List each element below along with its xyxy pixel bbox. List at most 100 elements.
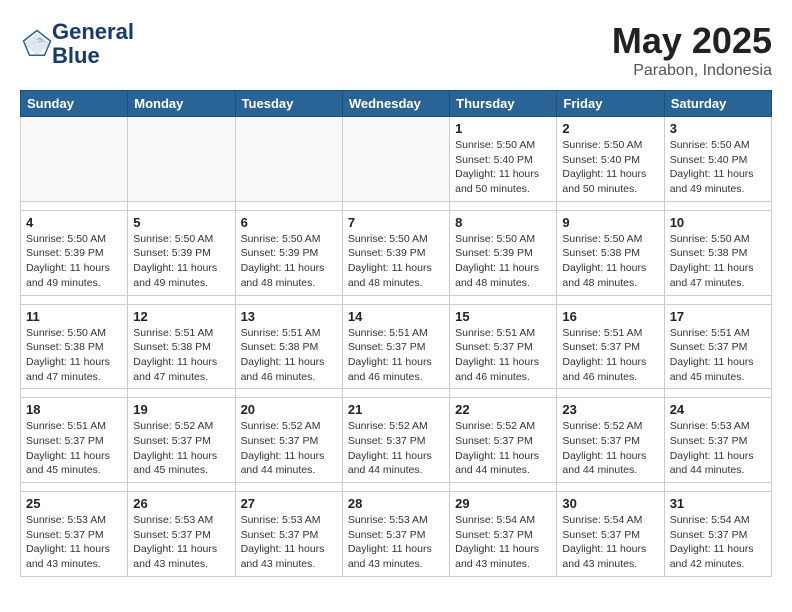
day-number: 13 [241, 309, 337, 324]
calendar-cell: 27Sunrise: 5:53 AM Sunset: 5:37 PM Dayli… [235, 492, 342, 577]
calendar-cell: 28 Sunrise: 5:53 AM Sunset: 5:37 PM Dayli… [342, 492, 449, 577]
day-info: Sunrise: 5:51 AM Sunset: 5:37 PM Dayligh… [26, 419, 122, 478]
calendar-cell: 31Sunrise: 5:54 AM Sunset: 5:37 PM Dayli… [664, 492, 771, 577]
day-info: Sunrise: 5:50 AM Sunset: 5:39 PM Dayligh… [455, 232, 551, 291]
day-info: Sunrise: 5:52 AM Sunset: 5:37 PM Dayligh… [133, 419, 229, 478]
calendar-cell: 15 Sunrise: 5:51 AM Sunset: 5:37 PM Dayli… [450, 304, 557, 389]
day-number: 3 [670, 121, 766, 136]
calendar-cell: 26 Sunrise: 5:53 AM Sunset: 5:37 PM Dayli… [128, 492, 235, 577]
location-subtitle: Parabon, Indonesia [612, 62, 772, 80]
day-info: Sunrise: 5:54 AM Sunset: 5:37 PM Dayligh… [562, 513, 658, 572]
day-number: 30 [562, 496, 658, 511]
day-info: Sunrise: 5:53 AM Sunset: 5:37 PM Dayligh… [133, 513, 229, 572]
day-number: 29 [455, 496, 551, 511]
week-separator [21, 483, 772, 492]
logo: General Blue [20, 20, 134, 68]
calendar-table: SundayMondayTuesdayWednesdayThursdayFrid… [20, 90, 772, 577]
calendar-cell [21, 117, 128, 202]
calendar-cell: 30 Sunrise: 5:54 AM Sunset: 5:37 PM Dayli… [557, 492, 664, 577]
day-number: 7 [348, 215, 444, 230]
calendar-cell: 13 Sunrise: 5:51 AM Sunset: 5:38 PM Dayli… [235, 304, 342, 389]
day-info: Sunrise: 5:51 AM Sunset: 5:38 PM Dayligh… [133, 326, 229, 385]
weekday-row: SundayMondayTuesdayWednesdayThursdayFrid… [21, 91, 772, 117]
calendar-cell: 11Sunrise: 5:50 AM Sunset: 5:38 PM Dayli… [21, 304, 128, 389]
day-number: 11 [26, 309, 122, 324]
day-number: 10 [670, 215, 766, 230]
day-number: 27 [241, 496, 337, 511]
calendar-header: SundayMondayTuesdayWednesdayThursdayFrid… [21, 91, 772, 117]
day-info: Sunrise: 5:54 AM Sunset: 5:37 PM Dayligh… [455, 513, 551, 572]
day-number: 28 [348, 496, 444, 511]
day-number: 21 [348, 402, 444, 417]
day-info: Sunrise: 5:52 AM Sunset: 5:37 PM Dayligh… [348, 419, 444, 478]
day-info: Sunrise: 5:52 AM Sunset: 5:37 PM Dayligh… [562, 419, 658, 478]
day-number: 24 [670, 402, 766, 417]
day-info: Sunrise: 5:50 AM Sunset: 5:38 PM Dayligh… [670, 232, 766, 291]
day-number: 17 [670, 309, 766, 324]
day-info: Sunrise: 5:53 AM Sunset: 5:37 PM Dayligh… [348, 513, 444, 572]
day-number: 15 [455, 309, 551, 324]
day-info: Sunrise: 5:53 AM Sunset: 5:37 PM Dayligh… [26, 513, 122, 572]
day-number: 16 [562, 309, 658, 324]
day-info: Sunrise: 5:51 AM Sunset: 5:38 PM Dayligh… [241, 326, 337, 385]
day-info: Sunrise: 5:52 AM Sunset: 5:37 PM Dayligh… [241, 419, 337, 478]
calendar-week-5: 25Sunrise: 5:53 AM Sunset: 5:37 PM Dayli… [21, 492, 772, 577]
day-info: Sunrise: 5:50 AM Sunset: 5:40 PM Dayligh… [562, 138, 658, 197]
weekday-header-tuesday: Tuesday [235, 91, 342, 117]
day-number: 18 [26, 402, 122, 417]
day-info: Sunrise: 5:51 AM Sunset: 5:37 PM Dayligh… [348, 326, 444, 385]
calendar-cell: 6 Sunrise: 5:50 AM Sunset: 5:39 PM Daylig… [235, 210, 342, 295]
calendar-cell: 19Sunrise: 5:52 AM Sunset: 5:37 PM Dayli… [128, 398, 235, 483]
calendar-cell: 7 Sunrise: 5:50 AM Sunset: 5:39 PM Daylig… [342, 210, 449, 295]
day-number: 4 [26, 215, 122, 230]
title-area: May 2025 Parabon, Indonesia [612, 20, 772, 80]
day-info: Sunrise: 5:50 AM Sunset: 5:39 PM Dayligh… [26, 232, 122, 291]
day-info: Sunrise: 5:50 AM Sunset: 5:39 PM Dayligh… [133, 232, 229, 291]
week-separator [21, 389, 772, 398]
calendar-cell: 21 Sunrise: 5:52 AM Sunset: 5:37 PM Dayli… [342, 398, 449, 483]
weekday-header-friday: Friday [557, 91, 664, 117]
day-number: 6 [241, 215, 337, 230]
calendar-cell: 3 Sunrise: 5:50 AM Sunset: 5:40 PM Daylig… [664, 117, 771, 202]
calendar-cell: 25Sunrise: 5:53 AM Sunset: 5:37 PM Dayli… [21, 492, 128, 577]
day-info: Sunrise: 5:50 AM Sunset: 5:39 PM Dayligh… [348, 232, 444, 291]
day-number: 20 [241, 402, 337, 417]
weekday-header-thursday: Thursday [450, 91, 557, 117]
day-info: Sunrise: 5:51 AM Sunset: 5:37 PM Dayligh… [670, 326, 766, 385]
page-header: General Blue May 2025 Parabon, Indonesia [20, 20, 772, 80]
calendar-week-2: 4 Sunrise: 5:50 AM Sunset: 5:39 PM Daylig… [21, 210, 772, 295]
weekday-header-sunday: Sunday [21, 91, 128, 117]
day-number: 1 [455, 121, 551, 136]
day-number: 9 [562, 215, 658, 230]
day-number: 31 [670, 496, 766, 511]
day-number: 12 [133, 309, 229, 324]
calendar-cell: 16 Sunrise: 5:51 AM Sunset: 5:37 PM Dayli… [557, 304, 664, 389]
calendar-cell: 5 Sunrise: 5:50 AM Sunset: 5:39 PM Daylig… [128, 210, 235, 295]
calendar-cell: 24Sunrise: 5:53 AM Sunset: 5:37 PM Dayli… [664, 398, 771, 483]
calendar-body: 1 Sunrise: 5:50 AM Sunset: 5:40 PM Daylig… [21, 117, 772, 577]
day-number: 5 [133, 215, 229, 230]
calendar-cell: 17 Sunrise: 5:51 AM Sunset: 5:37 PM Dayli… [664, 304, 771, 389]
week-separator [21, 201, 772, 210]
day-info: Sunrise: 5:50 AM Sunset: 5:40 PM Dayligh… [670, 138, 766, 197]
week-separator [21, 295, 772, 304]
day-number: 26 [133, 496, 229, 511]
day-info: Sunrise: 5:51 AM Sunset: 5:37 PM Dayligh… [562, 326, 658, 385]
day-info: Sunrise: 5:50 AM Sunset: 5:38 PM Dayligh… [562, 232, 658, 291]
day-number: 8 [455, 215, 551, 230]
logo-text: General Blue [52, 20, 134, 68]
calendar-cell: 23Sunrise: 5:52 AM Sunset: 5:37 PM Dayli… [557, 398, 664, 483]
calendar-cell: 22Sunrise: 5:52 AM Sunset: 5:37 PM Dayli… [450, 398, 557, 483]
calendar-week-4: 18 Sunrise: 5:51 AM Sunset: 5:37 PM Dayli… [21, 398, 772, 483]
day-info: Sunrise: 5:50 AM Sunset: 5:39 PM Dayligh… [241, 232, 337, 291]
calendar-cell: 12 Sunrise: 5:51 AM Sunset: 5:38 PM Dayli… [128, 304, 235, 389]
calendar-week-3: 11Sunrise: 5:50 AM Sunset: 5:38 PM Dayli… [21, 304, 772, 389]
day-info: Sunrise: 5:51 AM Sunset: 5:37 PM Dayligh… [455, 326, 551, 385]
day-number: 2 [562, 121, 658, 136]
calendar-cell: 18 Sunrise: 5:51 AM Sunset: 5:37 PM Dayli… [21, 398, 128, 483]
calendar-cell: 14Sunrise: 5:51 AM Sunset: 5:37 PM Dayli… [342, 304, 449, 389]
logo-icon [22, 29, 52, 59]
calendar-week-1: 1 Sunrise: 5:50 AM Sunset: 5:40 PM Daylig… [21, 117, 772, 202]
calendar-cell: 20 Sunrise: 5:52 AM Sunset: 5:37 PM Dayli… [235, 398, 342, 483]
day-info: Sunrise: 5:52 AM Sunset: 5:37 PM Dayligh… [455, 419, 551, 478]
